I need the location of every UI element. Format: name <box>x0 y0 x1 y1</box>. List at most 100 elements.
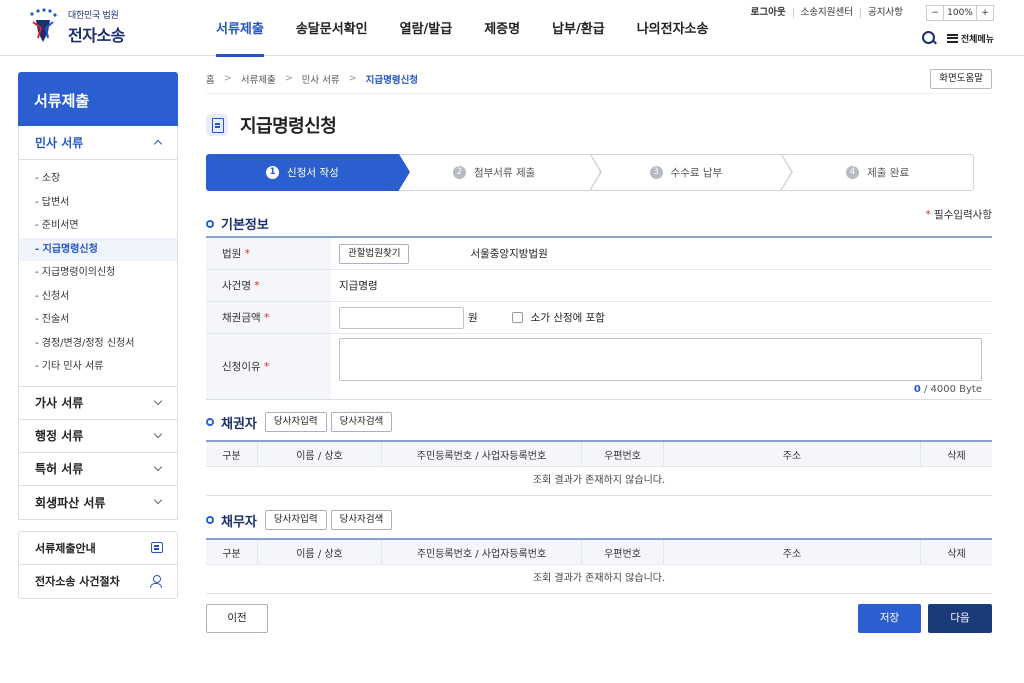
court-label-text: 법원 <box>222 248 242 260</box>
creditor-input-button[interactable]: 당사자입력 <box>264 412 327 432</box>
sidebar-section-patent[interactable]: 특허 서류 <box>19 453 177 486</box>
all-menu-button[interactable]: 전체메뉴 <box>961 32 994 45</box>
search-icon[interactable] <box>921 30 937 46</box>
step-number: 4 <box>846 166 860 179</box>
sidebar-section-bankruptcy[interactable]: 회생파산 서류 <box>19 486 177 519</box>
nav-document-submit[interactable]: 서류제출 <box>200 0 280 57</box>
user-icon <box>150 574 163 588</box>
claim-amount-label-text: 채권금액 <box>222 312 261 324</box>
logo-subtitle: 대한민국 법원 <box>68 11 119 21</box>
byte-count: 0 <box>913 384 921 395</box>
nav-service-check[interactable]: 송달문서확인 <box>280 0 384 56</box>
logo-title: 전자소송 <box>68 26 125 45</box>
include-small-claim-checkbox[interactable] <box>511 312 523 323</box>
sidebar: 서류제출 민사 서류 - 소장 - 답변서 - 준비서면 - 지급명령신청 - … <box>18 72 178 599</box>
column-header: 이름 / 상호 <box>258 540 382 564</box>
case-procedure-link[interactable]: 전자소송 사건절차 <box>19 565 177 598</box>
breadcrumb: 홈 > 서류제출 > 민사 서류 > 지급명령신청 <box>206 64 992 94</box>
sidebar-title: 서류제출 <box>18 72 178 126</box>
required-mark: * <box>254 279 260 292</box>
basic-info-form: 법원 * 관할법원찾기 서울중앙지방법원 사건명 * 지급명령 채권금액 * 원 <box>206 236 992 400</box>
debtor-input-button[interactable]: 당사자입력 <box>264 510 327 530</box>
claim-amount-label: 채권금액 * <box>206 302 331 333</box>
step-number: 3 <box>649 166 663 179</box>
column-header: 삭제 <box>947 548 966 560</box>
court-logo[interactable]: 대한민국 법원 전자소송 <box>26 8 125 46</box>
sidebar-item-payment-order[interactable]: - 지급명령신청 <box>19 237 177 261</box>
nav-my-e-litigation[interactable]: 나의전자소송 <box>621 0 725 56</box>
creditor-title: 채권자 당사자입력 당사자검색 <box>206 412 393 432</box>
sidebar-item-answer[interactable]: - 답변서 <box>19 191 177 215</box>
sidebar-item-correction[interactable]: - 경정/변경/정정 신청서 <box>19 332 177 356</box>
save-button[interactable]: 저장 <box>858 604 921 633</box>
sidebar-item-statement[interactable]: - 진술서 <box>19 308 177 332</box>
prev-button[interactable]: 이전 <box>206 604 268 633</box>
step-pay-fee: 3 수수료 납부 <box>590 154 794 191</box>
debtor-title-text: 채무자 <box>221 514 257 530</box>
chevron-down-icon <box>153 396 163 405</box>
step-submit-complete: 4 제출 완료 <box>782 154 974 191</box>
reason-label-text: 신청이유 <box>222 361 261 373</box>
include-small-claim-label: 소가 산정에 포함 <box>530 312 605 324</box>
sidebar-section-label: 회생파산 서류 <box>35 495 106 510</box>
sidebar-section-administrative[interactable]: 행정 서류 <box>19 420 177 453</box>
breadcrumb-home[interactable]: 홈 <box>206 72 215 86</box>
sidebar-section-family[interactable]: 가사 서류 <box>19 387 177 420</box>
step-number: 2 <box>452 166 466 179</box>
breadcrumb-item[interactable]: 민사 서류 <box>302 72 340 86</box>
top-header: 대한민국 법원 전자소송 서류제출 송달문서확인 열람/발급 제증명 납부/환급… <box>0 0 1024 57</box>
table-header: 구분 이름 / 상호 주민등록번호 / 사업자등록번호 우편번호 주소 삭제 <box>206 442 992 467</box>
find-court-button[interactable]: 관할법원찾기 <box>339 243 410 264</box>
sidebar-item-payment-order-objection[interactable]: - 지급명령이의신청 <box>19 261 177 285</box>
logout-link[interactable]: 로그아웃 <box>744 8 794 18</box>
debtor-title: 채무자 당사자입력 당사자검색 <box>206 510 393 530</box>
clipboard-icon <box>206 114 228 136</box>
column-header: 구분 <box>206 540 258 564</box>
creditor-table: 구분 이름 / 상호 주민등록번호 / 사업자등록번호 우편번호 주소 삭제 조… <box>206 440 992 496</box>
required-note-text: 필수입력사항 <box>934 209 992 221</box>
claim-amount-input[interactable] <box>339 306 464 329</box>
nav-payment-refund[interactable]: 납부/환급 <box>536 0 621 56</box>
breadcrumb-item[interactable]: 서류제출 <box>241 72 276 86</box>
progress-steps: 1 신청서 작성 2 첨부서류 제출 3 수수료 납부 4 제출 완료 <box>206 154 974 191</box>
breadcrumb-current: 지급명령신청 <box>365 74 419 86</box>
reason-label: 신청이유 * <box>206 334 331 399</box>
step-label: 제출 완료 <box>867 167 910 179</box>
reason-textarea[interactable] <box>339 338 982 381</box>
sidebar-section-civil[interactable]: 민사 서류 <box>19 126 177 160</box>
debtor-table: 구분 이름 / 상호 주민등록번호 / 사업자등록번호 우편번호 주소 삭제 조… <box>206 538 992 594</box>
case-name-cell: 지급명령 <box>331 270 992 301</box>
support-center-link[interactable]: 소송지원센터 <box>794 8 862 18</box>
nav-view-issue[interactable]: 열람/발급 <box>384 0 469 56</box>
nav-certificate[interactable]: 제증명 <box>468 0 536 56</box>
sidebar-item-application[interactable]: - 신청서 <box>19 285 177 309</box>
zoom-in-button[interactable]: + <box>977 6 993 20</box>
court-label: 법원 * <box>206 238 331 269</box>
court-cell: 관할법원찾기 서울중앙지방법원 <box>331 238 992 269</box>
sidebar-section-label: 가사 서류 <box>35 396 84 410</box>
submission-guide-link[interactable]: 서류제출안내 <box>19 532 177 565</box>
required-mark: * <box>263 311 270 324</box>
sidebar-item-other-civil[interactable]: - 기타 민사 서류 <box>19 355 177 379</box>
creditor-search-button[interactable]: 당사자검색 <box>330 412 393 432</box>
sidebar-menu: 민사 서류 - 소장 - 답변서 - 준비서면 - 지급명령신청 - 지급명령이… <box>18 126 178 520</box>
column-header: 주민등록번호 / 사업자등록번호 <box>382 540 582 564</box>
case-procedure-label: 전자소송 사건절차 <box>35 575 120 588</box>
column-header: 이름 / 상호 <box>258 442 382 466</box>
sidebar-section-label: 민사 서류 <box>35 136 84 150</box>
required-note: * 필수입력사항 <box>925 207 992 222</box>
next-button[interactable]: 다음 <box>928 604 992 633</box>
zoom-out-button[interactable]: − <box>927 6 943 20</box>
debtor-search-button[interactable]: 당사자검색 <box>330 510 393 530</box>
sidebar-section-label: 행정 서류 <box>35 429 84 443</box>
court-row: 법원 * 관할법원찾기 서울중앙지방법원 <box>206 238 992 270</box>
step-label: 첨부서류 제출 <box>473 167 536 179</box>
sidebar-item-brief[interactable]: - 준비서면 <box>19 214 177 238</box>
page-title: 지급명령신청 <box>206 112 337 138</box>
basic-info-title-text: 기본정보 <box>221 218 269 233</box>
chevron-up-icon <box>153 139 163 149</box>
sidebar-item-complaint[interactable]: - 소장 <box>19 167 177 191</box>
notice-link[interactable]: 공지사항 <box>861 8 910 18</box>
screen-help-button[interactable]: 화면도움말 <box>930 69 992 89</box>
submission-guide-label: 서류제출안내 <box>35 541 96 555</box>
